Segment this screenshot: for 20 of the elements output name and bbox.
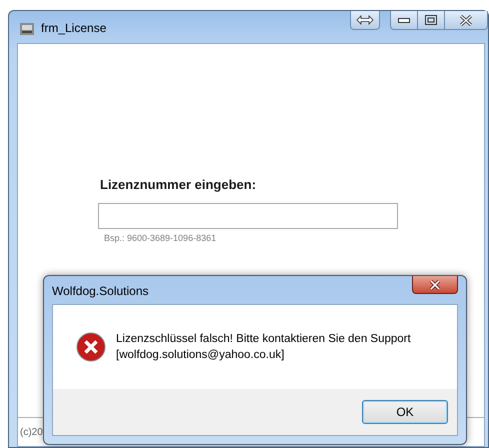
- dialog-title: Wolfdog.Solutions: [52, 284, 150, 298]
- ok-button[interactable]: OK: [362, 400, 448, 424]
- double-arrow-icon: [356, 15, 374, 25]
- copyright-text: (c)20: [20, 426, 43, 438]
- error-message: Lizenzschlüssel falsch! Bitte kontaktieren Sie den Support [wolfdog.solutions@yahoo.co.uk]: [116, 332, 411, 363]
- minimize-icon: [398, 17, 410, 23]
- resize-button[interactable]: [350, 11, 380, 30]
- error-icon: [76, 332, 106, 362]
- example-hint: Bsp.: 9600-3689-1096-8361: [104, 233, 216, 243]
- close-button[interactable]: [444, 11, 488, 30]
- dialog-close-button[interactable]: [412, 276, 458, 294]
- maximize-button[interactable]: [417, 11, 444, 30]
- close-icon: [428, 280, 442, 290]
- app-icon: [19, 21, 35, 37]
- minimize-button[interactable]: [390, 11, 417, 30]
- license-label: Lizenznummer eingeben:: [100, 177, 256, 192]
- window-title: frm_License: [41, 21, 106, 35]
- maximize-icon: [425, 15, 437, 25]
- license-input-field[interactable]: [98, 203, 398, 229]
- close-icon: [459, 14, 473, 26]
